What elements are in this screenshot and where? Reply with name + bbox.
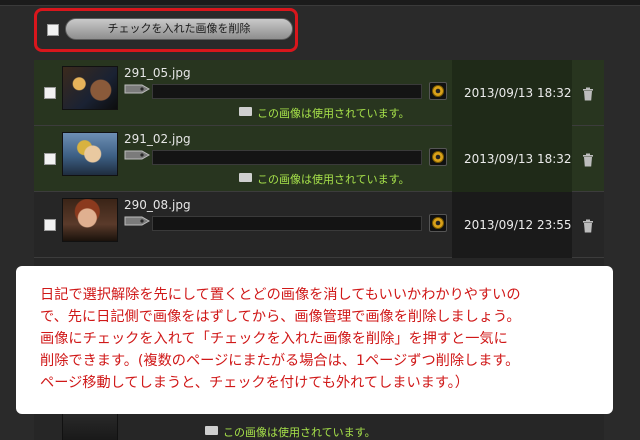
image-row: 291_05.jpg この画像は使用されています。 2013/09/13 18:… xyxy=(34,60,604,126)
gear-icon[interactable] xyxy=(429,148,447,166)
upload-date: 2013/09/13 18:32 xyxy=(464,152,572,166)
usage-status: この画像は使用されています。 xyxy=(205,424,376,440)
callout-line: ページ移動してしまうと、チェックを付けても外れてしまいます。） xyxy=(40,375,469,391)
tag-icon[interactable] xyxy=(124,148,150,162)
file-name: 291_02.jpg xyxy=(124,132,191,146)
select-all-checkbox[interactable] xyxy=(47,24,59,36)
callout-line: で、先に日記側で画像をはずしてから、画像管理で画像を削除しましょう。 xyxy=(40,309,521,325)
caption-input[interactable] xyxy=(152,216,422,231)
note-icon xyxy=(239,107,252,116)
usage-status: この画像は使用されています。 xyxy=(239,105,410,121)
top-divider xyxy=(0,0,640,6)
upload-date: 2013/09/13 18:32 xyxy=(464,86,572,100)
date-cell: 2013/09/12 23:55 xyxy=(452,192,572,258)
gear-icon[interactable] xyxy=(429,82,447,100)
file-name: 290_08.jpg xyxy=(124,198,191,212)
bulk-delete-toolbar-highlight: チェックを入れた画像を削除 xyxy=(34,8,298,52)
tag-icon[interactable] xyxy=(124,82,150,96)
row-checkbox[interactable] xyxy=(44,87,56,99)
usage-status-text: この画像は使用されています。 xyxy=(257,107,410,120)
date-cell: 2013/09/13 18:32 xyxy=(452,60,572,126)
callout-line: 削除できます。(複数のページにまたがる場合は、1ページずつ削除します。 xyxy=(40,353,520,369)
image-thumbnail[interactable] xyxy=(62,132,118,176)
trash-icon[interactable] xyxy=(582,219,594,233)
date-cell: 2013/09/13 18:32 xyxy=(452,126,572,192)
file-name: 291_05.jpg xyxy=(124,66,191,80)
note-icon xyxy=(239,173,252,182)
note-icon xyxy=(205,426,218,435)
trash-icon[interactable] xyxy=(582,153,594,167)
image-thumbnail[interactable] xyxy=(62,66,118,110)
tag-icon[interactable] xyxy=(124,214,150,228)
usage-status-text: この画像は使用されています。 xyxy=(257,173,410,186)
delete-checked-button[interactable]: チェックを入れた画像を削除 xyxy=(65,18,293,40)
caption-input[interactable] xyxy=(152,150,422,165)
image-thumbnail[interactable] xyxy=(62,198,118,242)
instruction-callout: 日記で選択解除を先にして置くとどの画像を消してもいいかわかりやすいの で、先に日… xyxy=(16,266,613,414)
usage-status: この画像は使用されています。 xyxy=(239,171,410,187)
image-row: 291_02.jpg この画像は使用されています。 2013/09/13 18:… xyxy=(34,126,604,192)
callout-line: 画像にチェックを入れて「チェックを入れた画像を削除」を押すと一気に xyxy=(40,331,508,347)
usage-status-text: この画像は使用されています。 xyxy=(223,426,376,439)
upload-date: 2013/09/12 23:55 xyxy=(464,218,572,232)
callout-line: 日記で選択解除を先にして置くとどの画像を消してもいいかわかりやすいの xyxy=(40,287,521,303)
image-thumbnail[interactable] xyxy=(62,410,118,440)
trash-icon[interactable] xyxy=(582,87,594,101)
image-row: 290_08.jpg 2013/09/12 23:55 xyxy=(34,192,604,258)
row-checkbox[interactable] xyxy=(44,219,56,231)
caption-input[interactable] xyxy=(152,84,422,99)
row-checkbox[interactable] xyxy=(44,153,56,165)
gear-icon[interactable] xyxy=(429,214,447,232)
